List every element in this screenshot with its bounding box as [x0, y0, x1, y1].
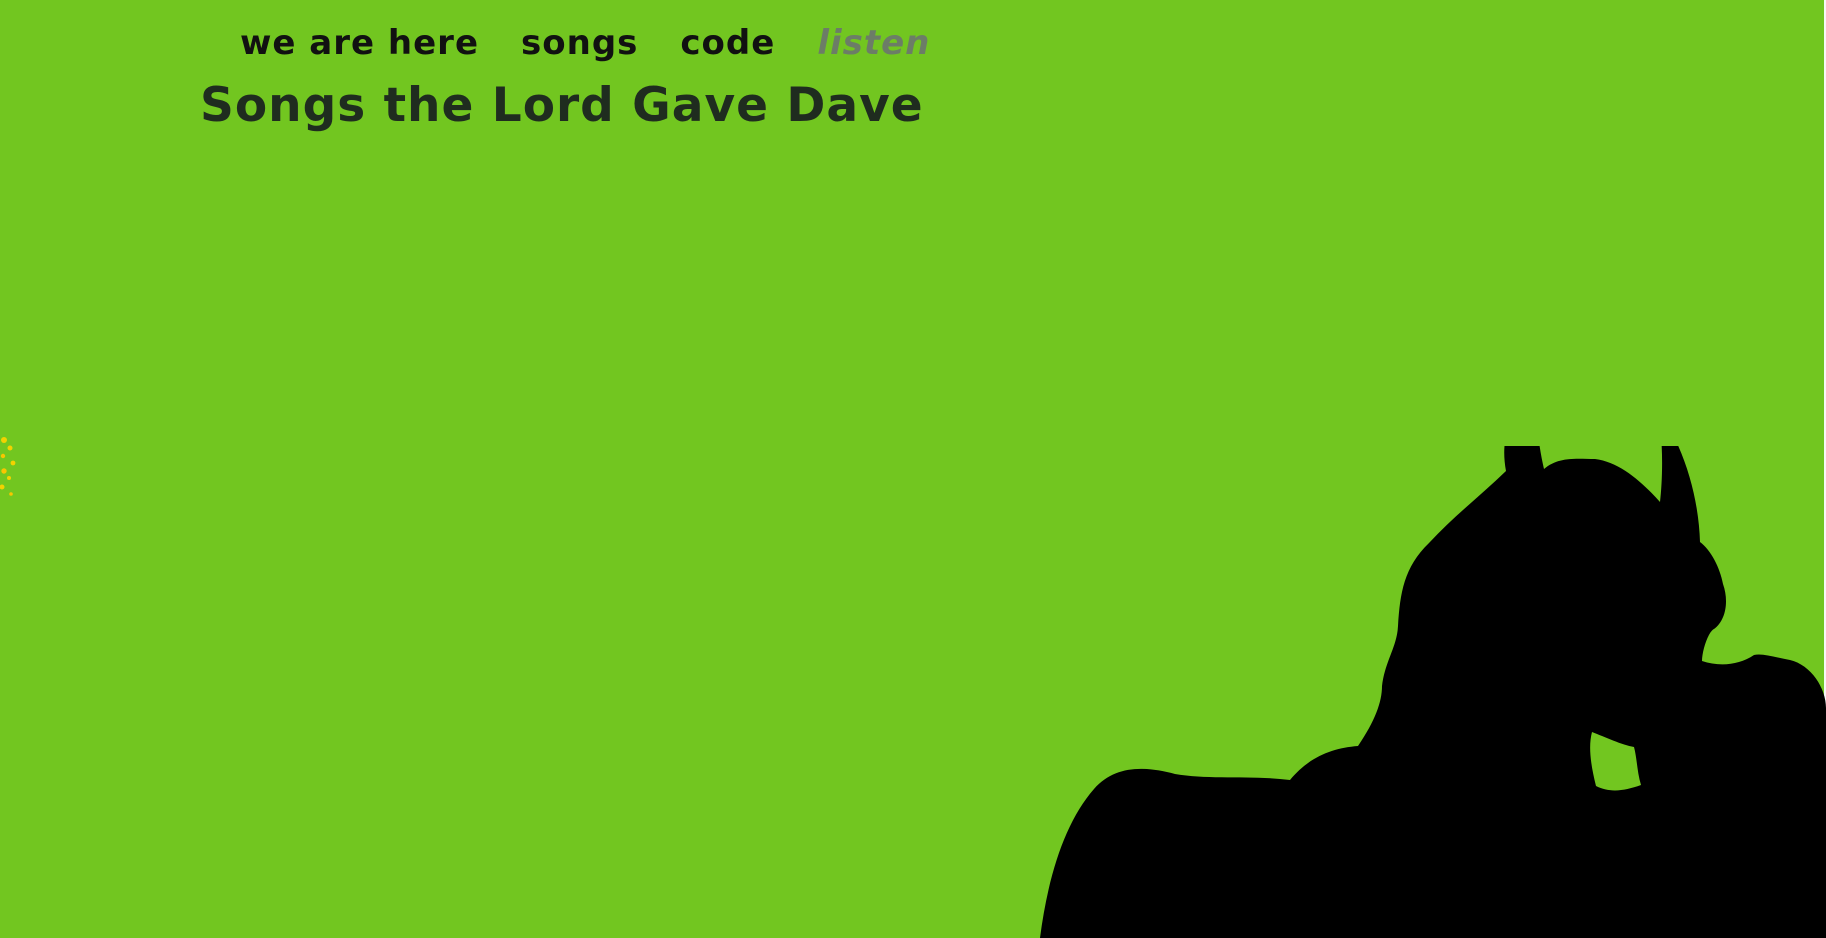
nav-link-code[interactable]: code: [680, 26, 775, 60]
nav-link-listen[interactable]: listen: [817, 26, 930, 60]
page-title: Songs the Lord Gave Dave: [200, 78, 924, 133]
page-viewport: we are here songs code listen Songs the …: [0, 0, 1826, 938]
sparkle-cluster-icon: [0, 437, 16, 496]
nav-link-songs[interactable]: songs: [521, 26, 638, 60]
nav-link-we-are-here[interactable]: we are here: [240, 26, 479, 60]
stage: we are here songs code listen Songs the …: [0, 0, 1826, 938]
main-nav: we are here songs code listen: [240, 18, 930, 68]
devil-silhouette: [1040, 446, 1826, 938]
